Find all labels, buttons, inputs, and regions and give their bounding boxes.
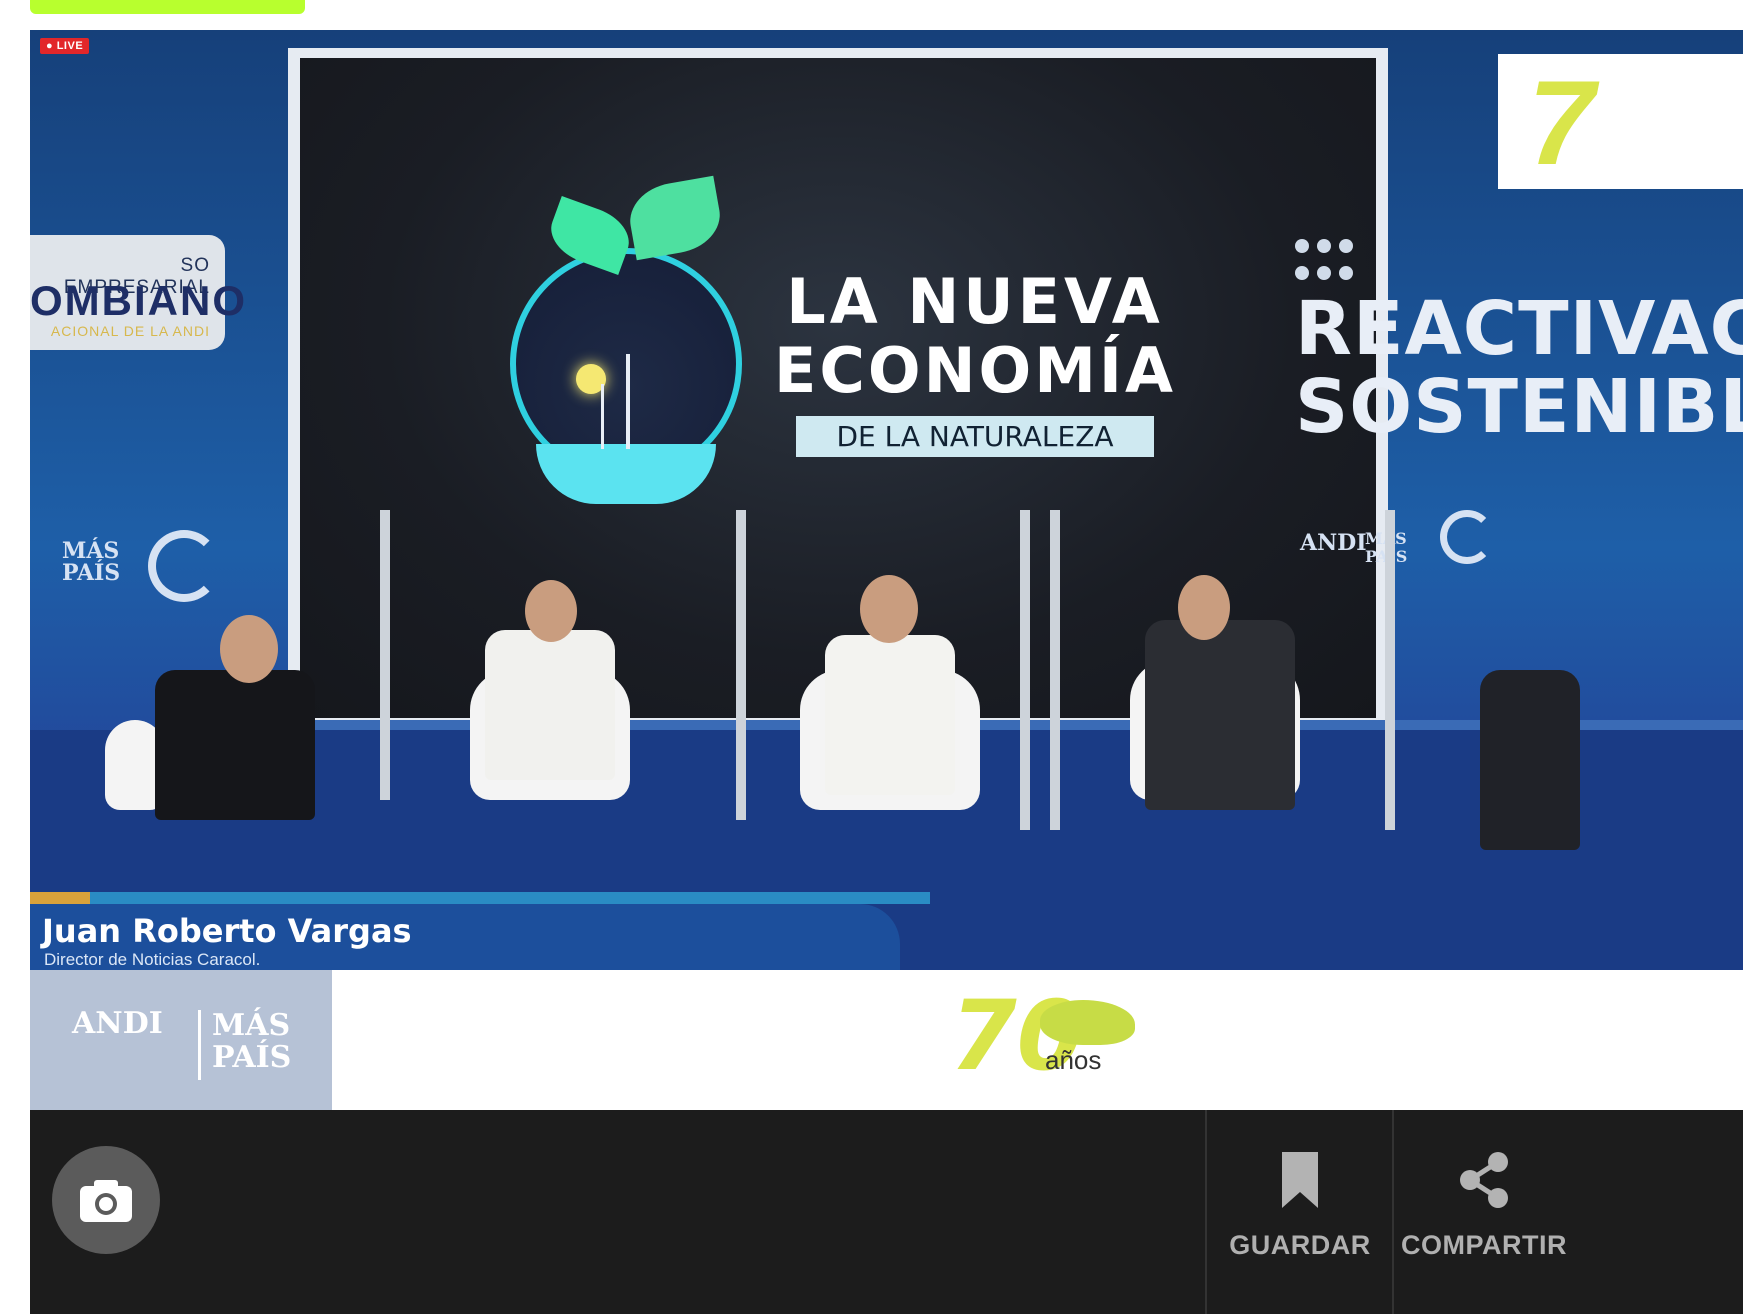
water-wave-icon <box>536 444 716 504</box>
seventy-years-anos: años <box>1045 1045 1102 1075</box>
player-controls: GUARDAR COMPARTIR <box>30 1110 1743 1314</box>
share-label: COMPARTIR <box>1401 1230 1567 1260</box>
andi-circle-logo-left <box>148 530 220 602</box>
reactivation-title-line1: REACTIVAC <box>1295 286 1743 372</box>
mas-pais-logo-line1: MÁS <box>212 1008 291 1043</box>
camera-button[interactable] <box>52 1146 160 1254</box>
divider-pole <box>1050 510 1060 830</box>
andi-logo-right: ANDI <box>1300 530 1367 556</box>
video-player[interactable]: SO EMPRESARIAL OMBIANO ACIONAL DE LA AND… <box>30 30 1743 1314</box>
logo-divider <box>198 1010 201 1080</box>
speaker-name: Juan Roberto Vargas <box>42 912 412 950</box>
panelist-4 <box>1480 670 1580 850</box>
panelist-3 <box>1145 620 1295 810</box>
save-label: GUARDAR <box>1229 1230 1371 1260</box>
share-icon <box>1460 1152 1508 1208</box>
divider-pole <box>380 510 390 800</box>
sponsor-banner: ANDI MÁS PAÍS 70 años <box>30 970 1743 1110</box>
video-frame[interactable]: SO EMPRESARIAL OMBIANO ACIONAL DE LA AND… <box>30 30 1743 970</box>
wind-turbine-icon <box>626 354 630 449</box>
camera-icon <box>80 1180 132 1222</box>
save-button[interactable]: GUARDAR <box>1207 1110 1393 1314</box>
panelist-1 <box>485 630 615 780</box>
mas-pais-logo: MÁS PAÍS <box>212 1010 291 1074</box>
reactivation-title-line2: SOSTENIBL <box>1295 364 1743 450</box>
leaf-icon-large <box>624 175 726 261</box>
event-title-line1: LA NUEVA <box>786 265 1164 338</box>
lower-third-strip <box>30 892 930 904</box>
mas-pais-logo-line2: PAÍS <box>212 1040 292 1075</box>
speaker-role: Director de Noticias Caracol. <box>44 950 261 969</box>
panelist-3-head <box>1178 575 1230 640</box>
panelist-1-head <box>525 580 577 642</box>
divider-pole <box>1020 510 1030 830</box>
event-title-line2: ECONOMÍA <box>774 334 1176 407</box>
dots-icon <box>1295 235 1385 289</box>
mas-pais-logo-left: MÁS PAÍS <box>62 538 121 586</box>
frog-icon <box>1040 1000 1135 1045</box>
seventy-years-logo-sign: 7 <box>1498 54 1743 190</box>
lower-third: Juan Roberto Vargas Director de Noticias… <box>30 904 900 970</box>
moderator-head <box>220 615 278 683</box>
lower-third-strip-tag <box>30 892 90 904</box>
top-tag <box>30 0 305 14</box>
panelist-2 <box>825 635 955 795</box>
share-button[interactable]: COMPARTIR <box>1394 1110 1574 1314</box>
andi-mas-pais-logo: ANDI MÁS PAÍS <box>30 970 332 1110</box>
event-subtitle: DE LA NATURALEZA <box>796 416 1154 457</box>
panelist-2-head <box>860 575 918 643</box>
event-title: LA NUEVA ECONOMÍA DE LA NATURALEZA <box>745 268 1205 457</box>
reactivation-title: REACTIVAC SOSTENIBL <box>1295 290 1743 446</box>
bookmark-icon <box>1282 1152 1318 1208</box>
congress-sign: SO EMPRESARIAL OMBIANO ACIONAL DE LA AND… <box>30 235 247 350</box>
wind-turbine-small-icon <box>601 384 604 449</box>
congress-sign-line2: OMBIANO <box>30 277 247 324</box>
drop-icon <box>510 248 742 504</box>
congress-sign-line3: ACIONAL DE LA ANDI <box>50 323 210 339</box>
andi-circle-logo-right <box>1440 510 1494 564</box>
live-badge: ● LIVE <box>40 38 90 54</box>
seventy-years-logo-number: 7 <box>1528 56 1595 190</box>
divider-pole <box>1385 510 1395 830</box>
moderator <box>155 670 315 820</box>
event-logo: LA NUEVA ECONOMÍA DE LA NATURALEZA <box>510 175 1190 528</box>
divider-pole <box>736 510 746 820</box>
andi-logo: ANDI <box>72 1006 163 1041</box>
